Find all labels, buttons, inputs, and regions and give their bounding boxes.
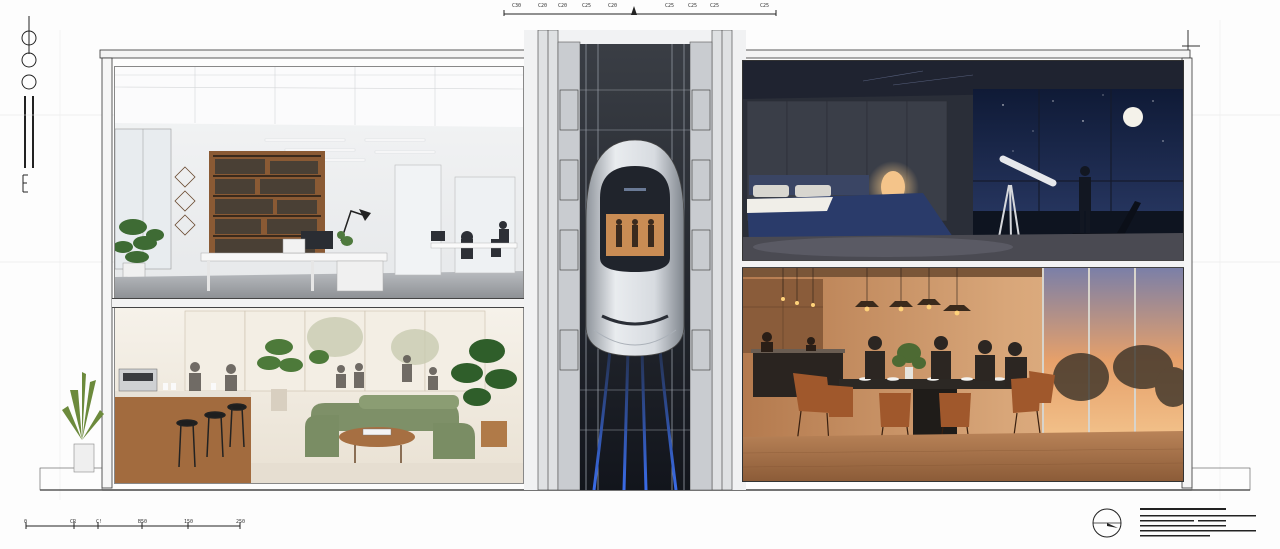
left-floor-slab [112,298,524,308]
dining-interior [742,266,1184,482]
bottom-scale-label-3: C! [96,519,103,525]
exterior-plant [62,372,104,473]
elevator-scene [524,30,746,490]
office-interior [114,66,524,300]
architectural-section-drawing: C30 C20 C20 C25 C20 C25 C25 C25 C25 0 CR… [0,0,1280,549]
office-scene [115,67,523,299]
bottom-scale-label-1: 0 [24,519,28,525]
lounge-interior [114,306,524,484]
bottom-scale-label-6: 250 [236,519,246,525]
elevator-shaft [524,30,746,490]
title-block [1140,508,1256,537]
north-arrow-icon [1092,508,1122,538]
right-floor-slab [742,260,1184,268]
bedroom-interior [742,60,1184,262]
bottom-scale-label-5: 150 [184,519,194,525]
bottom-scale-label-2: CR [70,519,77,525]
bottom-scale-ruler [25,522,241,529]
lounge-scene [115,307,523,483]
dining-scene [743,267,1183,481]
bottom-scale-label-4: B50 [138,519,148,525]
bedroom-scene [743,61,1183,261]
